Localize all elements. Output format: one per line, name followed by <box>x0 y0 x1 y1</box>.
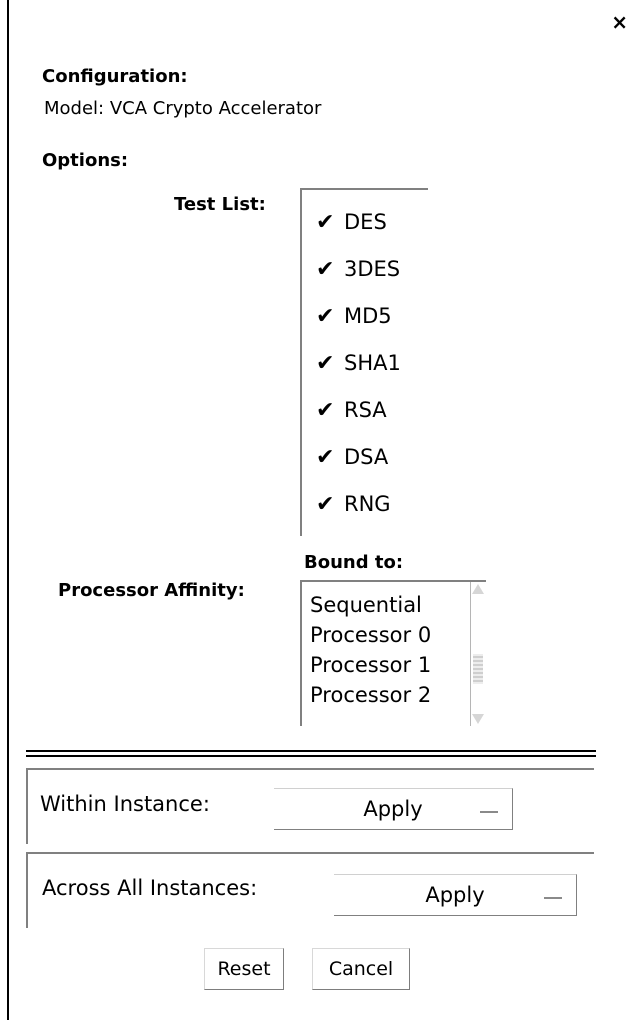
checkbox-check-icon[interactable]: ✔ <box>316 351 338 376</box>
close-icon[interactable]: × <box>611 12 628 32</box>
model-text: Model: VCA Crypto Accelerator <box>44 98 322 119</box>
bound-to-label: Bound to: <box>304 552 404 573</box>
across-instances-apply-button[interactable]: Apply <box>334 874 577 916</box>
checkbox-check-icon[interactable]: ✔ <box>316 304 338 329</box>
checkbox-check-icon[interactable]: ✔ <box>316 398 338 423</box>
scroll-up-icon[interactable] <box>472 584 484 594</box>
apply-button-label: Apply <box>425 883 485 907</box>
test-item-rsa[interactable]: ✔ RSA <box>316 390 387 430</box>
test-item-label: MD5 <box>344 304 392 328</box>
processor-affinity-label: Processor Affinity: <box>58 580 245 601</box>
test-item-3des[interactable]: ✔ 3DES <box>316 249 400 289</box>
test-item-label: SHA1 <box>344 351 401 375</box>
configuration-heading: Configuration: <box>42 66 188 87</box>
list-item[interactable]: Processor 1 <box>310 650 431 680</box>
separator <box>26 750 596 752</box>
across-instances-label: Across All Instances: <box>42 876 258 900</box>
test-item-sha1[interactable]: ✔ SHA1 <box>316 343 401 383</box>
processor-affinity-list[interactable]: Sequential Processor 0 Processor 1 Proce… <box>300 580 486 726</box>
checkbox-check-icon[interactable]: ✔ <box>316 445 338 470</box>
test-item-rng[interactable]: ✔ RNG <box>316 484 391 524</box>
dropdown-indicator-icon <box>480 811 498 813</box>
list-item[interactable]: Sequential <box>310 590 422 620</box>
test-item-des[interactable]: ✔ DES <box>316 202 387 242</box>
separator <box>26 755 596 757</box>
window-left-border <box>7 0 9 1020</box>
scroll-down-icon[interactable] <box>472 714 484 724</box>
within-instance-panel: Within Instance: Apply <box>26 768 594 844</box>
across-instances-panel: Across All Instances: Apply <box>26 852 594 928</box>
test-item-label: DSA <box>344 445 389 469</box>
cancel-button[interactable]: Cancel <box>312 948 410 990</box>
checkbox-check-icon[interactable]: ✔ <box>316 210 338 235</box>
test-item-md5[interactable]: ✔ MD5 <box>316 296 392 336</box>
test-item-dsa[interactable]: ✔ DSA <box>316 437 388 477</box>
test-item-label: RNG <box>344 492 391 516</box>
list-item[interactable]: Processor 2 <box>310 680 431 710</box>
apply-button-label: Apply <box>363 797 423 821</box>
test-item-label: RSA <box>344 398 387 422</box>
checkbox-check-icon[interactable]: ✔ <box>316 492 338 517</box>
test-list-label: Test List: <box>174 194 266 215</box>
list-item[interactable]: Processor 0 <box>310 620 431 650</box>
scroll-thumb[interactable] <box>473 654 483 684</box>
title-decoration <box>18 10 40 24</box>
options-heading: Options: <box>42 150 129 171</box>
within-instance-apply-button[interactable]: Apply <box>274 788 513 830</box>
test-list: ✔ DES ✔ 3DES ✔ MD5 ✔ SHA1 ✔ RSA ✔ DSA ✔ … <box>300 188 428 536</box>
checkbox-check-icon[interactable]: ✔ <box>316 257 338 282</box>
within-instance-label: Within Instance: <box>40 792 210 816</box>
test-item-label: 3DES <box>344 257 401 281</box>
list-scrollbar[interactable] <box>470 582 485 726</box>
reset-button[interactable]: Reset <box>204 948 284 990</box>
dropdown-indicator-icon <box>544 897 562 899</box>
test-item-label: DES <box>344 210 387 234</box>
